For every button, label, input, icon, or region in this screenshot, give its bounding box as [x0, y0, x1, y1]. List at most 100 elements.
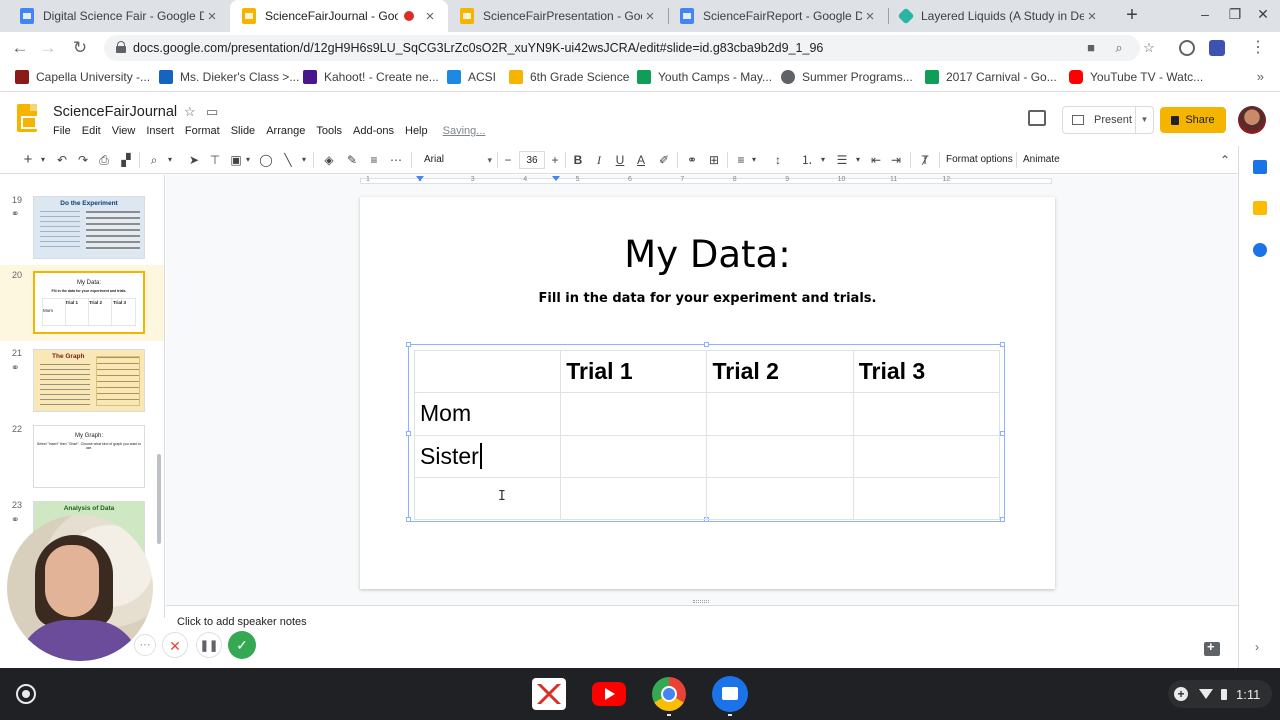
gmail-icon[interactable] — [532, 678, 566, 710]
table-cell[interactable] — [706, 434, 854, 478]
menu-tools[interactable]: Tools — [316, 125, 342, 137]
chevron-down-icon[interactable]: ▾ — [818, 152, 828, 168]
more-options-icon[interactable]: ⋯ — [134, 634, 156, 656]
forward-icon[interactable]: → — [37, 37, 59, 59]
menu-view[interactable]: View — [112, 125, 136, 137]
resize-handle[interactable] — [1000, 342, 1005, 347]
bookmark[interactable]: Kahoot! - Create ne... — [303, 70, 439, 84]
youtube-icon[interactable] — [592, 682, 626, 706]
menu-file[interactable]: File — [53, 125, 71, 137]
indent-marker[interactable] — [416, 176, 424, 181]
undo-icon[interactable]: ↶ — [55, 152, 69, 168]
resize-handle[interactable] — [1000, 431, 1005, 436]
bulleted-list-icon[interactable]: ☰ — [835, 152, 849, 168]
line-spacing-icon[interactable]: ↕ — [771, 152, 785, 168]
explore-icon[interactable] — [1204, 639, 1220, 656]
slide-thumbnail[interactable]: The Graph — [33, 349, 145, 412]
table-cell[interactable]: Trial 3 — [852, 349, 1001, 394]
avatar[interactable] — [1238, 106, 1266, 134]
bookmark[interactable]: 2017 Carnival - Go... — [925, 70, 1057, 84]
maximize-icon[interactable]: ❐ — [1225, 6, 1245, 23]
collapse-toolbar-icon[interactable]: ⌃ — [1218, 152, 1232, 168]
present-button[interactable]: Present ▼ — [1062, 106, 1154, 134]
menu-format[interactable]: Format — [185, 125, 220, 137]
camera-icon[interactable]: ■ — [1082, 40, 1100, 56]
table-cell[interactable] — [706, 476, 854, 521]
chevron-down-icon[interactable]: ▾ — [243, 152, 253, 168]
current-slide[interactable]: My Data: Fill in the data for your exper… — [360, 197, 1055, 589]
link-icon[interactable]: ⚭ — [685, 152, 699, 168]
menu-insert[interactable]: Insert — [146, 125, 174, 137]
print-icon[interactable]: ⎙ — [97, 152, 111, 168]
reload-icon[interactable]: ↻ — [69, 37, 91, 59]
decrease-font-icon[interactable]: − — [502, 152, 514, 168]
url-text[interactable]: docs.google.com/presentation/d/12gH9H6s9… — [133, 41, 823, 55]
bookmark[interactable]: Summer Programs... — [781, 70, 913, 84]
close-window-icon[interactable]: ✕ — [1253, 6, 1273, 23]
resize-handle[interactable] — [406, 517, 411, 522]
chevron-down-icon[interactable]: ▾ — [853, 152, 863, 168]
bookmark[interactable]: YouTube TV - Watc... — [1069, 70, 1203, 84]
chevron-down-icon[interactable]: ▾ — [38, 152, 48, 168]
table-cell[interactable] — [413, 349, 562, 394]
star-icon[interactable]: ☆ — [184, 104, 196, 120]
indent-marker[interactable] — [552, 176, 560, 181]
menu-edit[interactable]: Edit — [82, 125, 101, 137]
close-icon[interactable]: × — [642, 8, 658, 25]
slide-thumbnail-selected[interactable]: My Data: Fill in the data for your exper… — [33, 271, 145, 334]
browser-tab[interactable]: Layered Liquids (A Study in Density) × — [888, 0, 1110, 32]
files-icon[interactable] — [712, 676, 748, 712]
table-cell[interactable]: Mom — [413, 392, 562, 436]
extension-icon[interactable] — [1209, 40, 1225, 56]
redo-icon[interactable]: ↷ — [76, 152, 90, 168]
text-color-icon[interactable]: A — [635, 152, 647, 168]
table-cell[interactable] — [560, 434, 708, 478]
present-options-chevron-icon[interactable]: ▼ — [1135, 107, 1153, 133]
resize-handle[interactable] — [704, 342, 709, 347]
bookmark[interactable]: Capella University -... — [15, 70, 150, 84]
font-family-select[interactable]: Arial — [420, 151, 492, 169]
chevron-down-icon[interactable]: ▾ — [299, 152, 309, 168]
close-icon[interactable]: × — [862, 8, 878, 25]
table-cell[interactable] — [560, 476, 708, 521]
comment-history-icon[interactable] — [1028, 110, 1046, 126]
increase-indent-icon[interactable]: ⇥ — [889, 152, 903, 168]
bold-icon[interactable]: B — [572, 152, 584, 168]
numbered-list-icon[interactable]: ⒈ — [800, 152, 814, 168]
italic-icon[interactable]: I — [593, 152, 605, 168]
resize-handle[interactable] — [406, 342, 411, 347]
speaker-notes-placeholder[interactable]: Click to add speaker notes — [177, 616, 307, 628]
address-bar[interactable]: docs.google.com/presentation/d/12gH9H6s9… — [104, 35, 1155, 61]
slide-title[interactable]: My Data: — [360, 233, 1055, 276]
share-button[interactable]: Share — [1160, 107, 1226, 133]
speaker-notes[interactable]: Click to add speaker notes — [166, 605, 1238, 667]
star-icon[interactable]: ☆ — [1140, 40, 1158, 56]
launcher-icon[interactable] — [16, 684, 36, 704]
shape-icon[interactable]: ◯ — [259, 152, 273, 168]
bookmark[interactable]: Ms. Dieker's Class >... — [159, 70, 299, 84]
slides-logo-icon[interactable] — [17, 104, 37, 132]
border-dash-icon[interactable]: ⋯ — [389, 152, 403, 168]
new-slide-icon[interactable]: + — [22, 152, 34, 168]
decrease-indent-icon[interactable]: ⇤ — [869, 152, 883, 168]
text-box-icon[interactable]: ⊤ — [208, 152, 222, 168]
table-cell[interactable] — [706, 392, 854, 436]
browser-tab[interactable]: ScienceFairPresentation - Google Slides … — [448, 0, 668, 32]
finish-recording-icon[interactable]: ✓ — [228, 631, 256, 659]
line-icon[interactable]: ╲ — [281, 152, 295, 168]
more-bookmarks-icon[interactable]: » — [1257, 69, 1264, 84]
menu-slide[interactable]: Slide — [231, 125, 255, 137]
fill-color-icon[interactable]: ◈ — [322, 152, 336, 168]
table-cell-editing[interactable]: Sister — [413, 434, 562, 478]
extension-icon[interactable] — [1179, 40, 1195, 56]
slide-subtitle[interactable]: Fill in the data for your experiment and… — [360, 291, 1055, 306]
menu-help[interactable]: Help — [405, 125, 428, 137]
close-icon[interactable]: × — [422, 8, 438, 25]
bookmark[interactable]: Youth Camps - May... — [637, 70, 772, 84]
chevron-right-icon[interactable]: › — [1255, 640, 1259, 654]
bookmark[interactable]: ACSI — [447, 70, 496, 84]
border-color-icon[interactable]: ✎ — [345, 152, 359, 168]
zoom-icon[interactable]: ⌕ — [1110, 40, 1128, 56]
slide-thumbnail[interactable]: My Graph: Select "Insert" then "Chart". … — [33, 425, 145, 488]
table-cell[interactable] — [852, 476, 1001, 521]
